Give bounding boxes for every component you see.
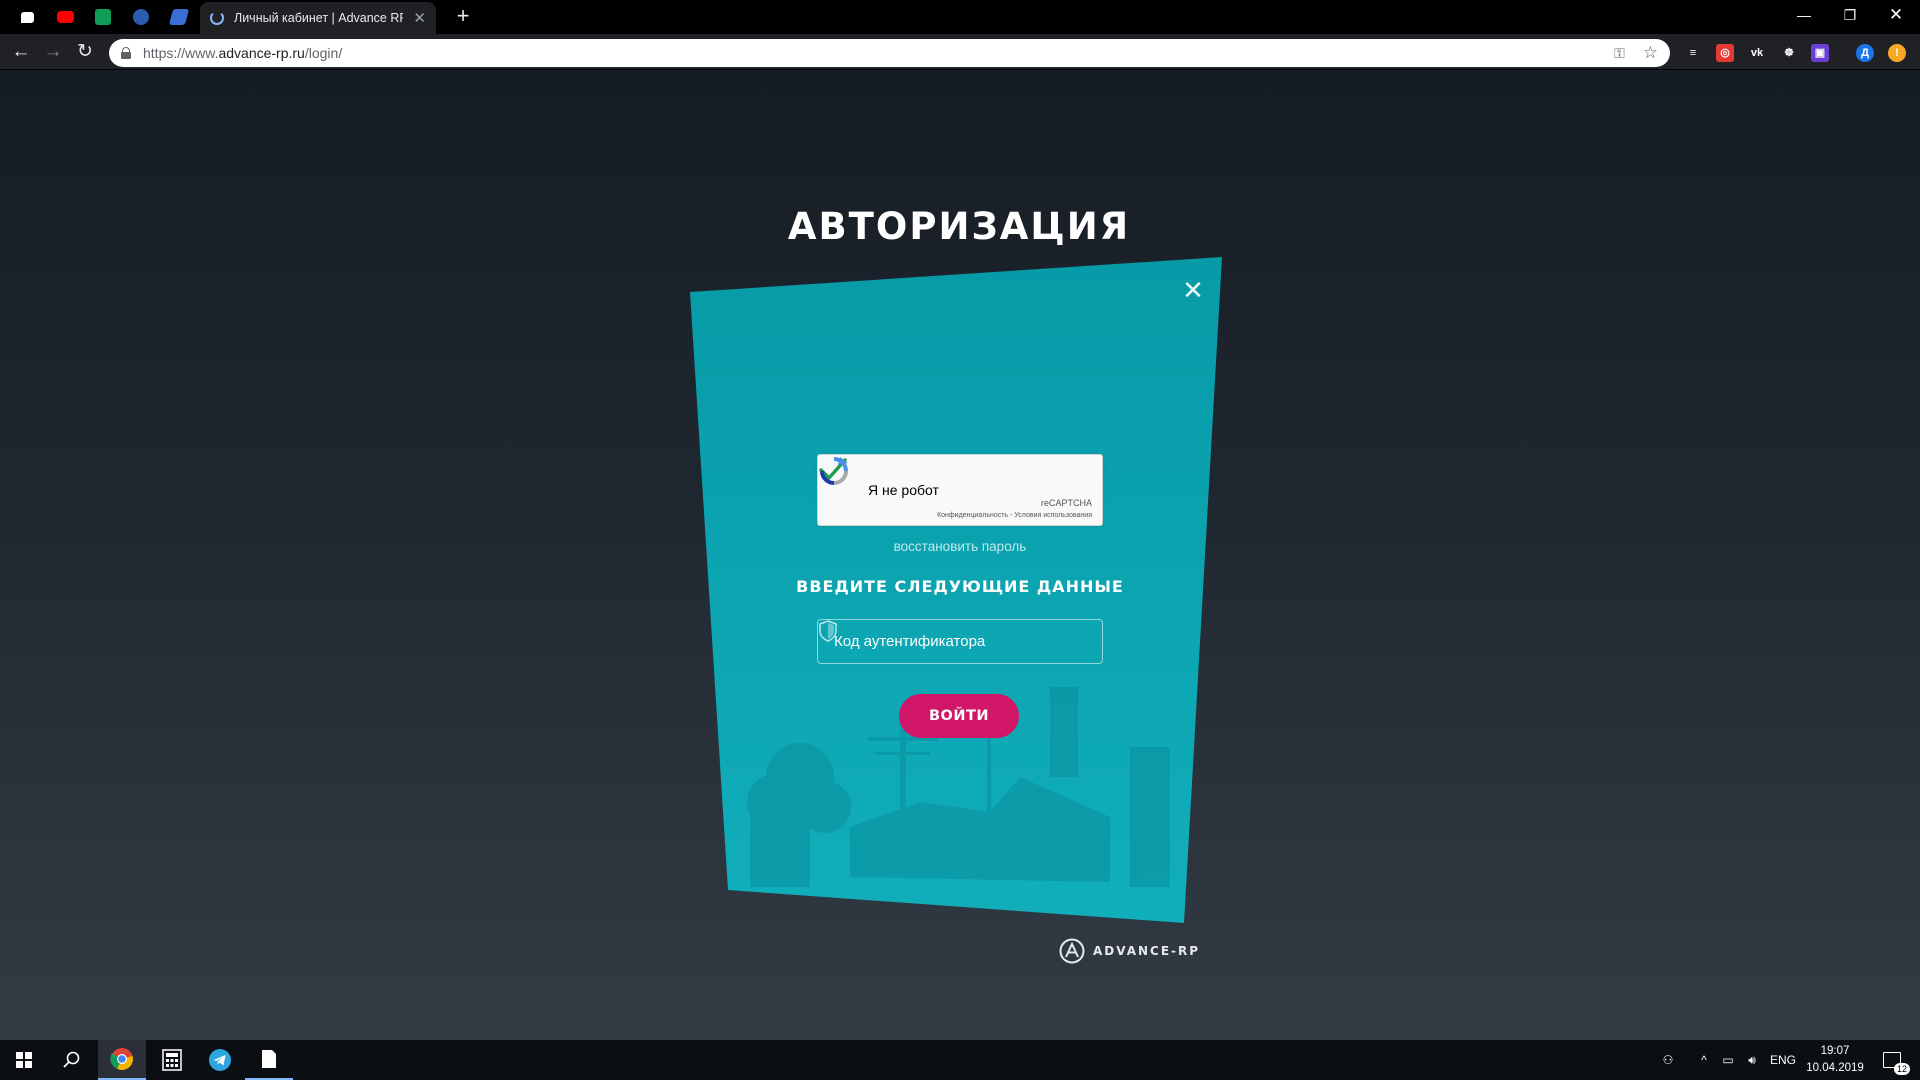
recaptcha-widget[interactable]: Я не робот reCAPTCHA Конфиденциальность … [817,454,1103,526]
recaptcha-label: Я не робот [868,482,939,498]
login-card: ✕ Я не робот reCAPTCHA Конфиденциальност… [690,257,1222,923]
taskbar-calculator[interactable] [148,1040,196,1080]
minimize-button[interactable]: — [1781,0,1827,30]
page-title: АВТОРИЗАЦИЯ [787,205,1131,248]
clock-time: 19:07 [1820,1045,1850,1057]
notification-count-badge: 12 [1893,1063,1910,1075]
password-key-icon[interactable]: ⚿ [1614,45,1625,62]
url-domain: advance-rp.ru [218,45,305,61]
url-text[interactable]: https://www.advance-rp.ru/login/ [143,45,1596,61]
recover-password-link[interactable]: восстановить пароль [690,539,1230,554]
adblock-icon[interactable]: ◎ [1716,44,1734,62]
profile-avatar[interactable]: Д [1856,44,1874,62]
people-icon[interactable]: ⚇ [1654,1040,1682,1080]
telegram-icon [209,1049,231,1071]
pinned-tab-chat[interactable] [8,3,46,31]
shield-icon [819,620,837,642]
lock-icon [121,47,131,59]
update-icon[interactable]: ! [1888,44,1906,62]
sheets-icon [95,9,111,25]
bookmark-icon [168,9,190,25]
chevron-up-icon[interactable]: ^ [1692,1040,1716,1080]
tab-close-icon[interactable]: ✕ [413,9,426,27]
recaptcha-terms-link[interactable]: Конфиденциальность - Условия использован… [937,512,1092,519]
chrome-icon [110,1048,133,1070]
taskbar-chrome[interactable] [98,1040,146,1080]
reload-button[interactable]: ↻ [72,40,98,64]
form-subheading: ВВЕДИТЕ СЛЕДУЮЩИЕ ДАННЫЕ [796,577,1124,596]
pinned-tab-bookmark[interactable] [160,3,198,31]
network-icon[interactable]: ▭ [1716,1040,1740,1080]
page-background: АВТОРИЗАЦИЯ ✕ Я не робот reCAPTCHA Конфи… [0,70,1920,1040]
notification-icon: 12 [1883,1052,1910,1075]
new-tab-button[interactable]: + [450,4,476,30]
authenticator-code-input[interactable] [834,633,1054,650]
bookmark-star-icon[interactable]: ☆ [1643,43,1658,63]
windows-taskbar: ⚇ ^ ▭ 🔊︎ ENG 19:07 10.04.2019 12 [0,1040,1920,1080]
url-path: /login/ [304,45,343,61]
pinned-tab-sheets[interactable] [84,3,122,31]
login-button[interactable]: ВОЙТИ [899,694,1019,738]
taskbar-notepad[interactable] [245,1040,293,1080]
search-icon [63,1051,80,1068]
reading-list-icon[interactable]: ≡ [1684,44,1702,62]
start-button[interactable] [0,1040,48,1080]
vpn-icon[interactable]: ☸ [1780,44,1798,62]
browser-toolbar: ← → ↻ https://www.advance-rp.ru/login/ ⚿… [0,34,1920,70]
authenticator-code-field[interactable] [817,619,1103,664]
advance-rp-logo-icon [1059,938,1085,964]
search-button[interactable] [48,1040,96,1080]
youtube-icon [56,11,74,23]
extension-icon[interactable]: ▣ [1811,44,1829,62]
clock-date: 10.04.2019 [1806,1062,1864,1074]
brand-footer: ADVANCE-RP [1059,938,1200,964]
pinned-tab-mail[interactable] [122,3,160,31]
tab-active[interactable]: Личный кабинет | Advance RP ✕ [200,2,436,34]
tab-title: Личный кабинет | Advance RP [234,11,404,25]
chat-icon [20,11,34,23]
brand-name: ADVANCE-RP [1093,944,1201,958]
pinned-tab-youtube[interactable] [46,3,84,31]
calculator-icon [162,1049,182,1071]
tab-bar: Личный кабинет | Advance RP ✕ + — ❐ ✕ [0,0,1920,34]
taskbar-telegram[interactable] [196,1040,244,1080]
language-indicator[interactable]: ENG [1766,1040,1800,1080]
close-window-button[interactable]: ✕ [1873,0,1919,30]
recaptcha-brand: reCAPTCHA [1040,498,1092,508]
windows-logo-icon [16,1052,32,1068]
url-prefix: https://www. [143,45,219,61]
system-clock[interactable]: 19:07 10.04.2019 [1798,1043,1872,1077]
document-icon [262,1050,276,1068]
volume-icon[interactable]: 🔊︎ [1740,1040,1764,1080]
loading-spinner-icon [210,11,224,25]
restore-button[interactable]: ❐ [1827,0,1873,30]
forward-button[interactable]: → [40,40,66,64]
vk-icon[interactable]: vk [1748,44,1766,62]
recaptcha-logo-icon [820,457,848,485]
mail-icon [133,9,149,25]
notification-center-button[interactable]: 12 [1872,1040,1912,1080]
back-button[interactable]: ← [8,40,34,64]
address-bar[interactable]: https://www.advance-rp.ru/login/ ⚿ ☆ [109,39,1670,67]
close-icon[interactable]: ✕ [1180,277,1206,303]
